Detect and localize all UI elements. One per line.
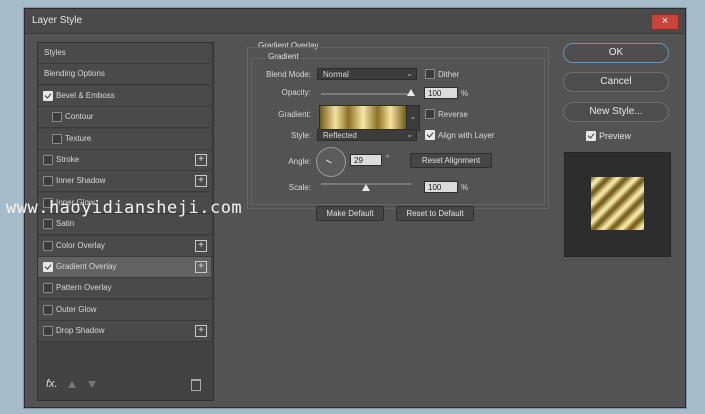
sidebar-checkbox[interactable] — [43, 283, 53, 294]
sidebar-checkbox[interactable] — [52, 112, 62, 123]
chevron-down-icon: ⌄ — [406, 130, 413, 139]
gradient-swatch[interactable] — [319, 105, 407, 131]
chevron-down-icon: ⌄ — [406, 69, 413, 78]
scale-label: Scale: — [288, 183, 311, 192]
add-effect-icon[interactable]: + — [195, 261, 207, 273]
gradient-label: Gradient: — [278, 110, 311, 119]
preview-label: Preview — [599, 131, 632, 141]
chevron-down-icon: ⌄ — [409, 112, 417, 121]
sidebar-item-pattern-overlay[interactable]: Pattern Overlay — [38, 278, 211, 300]
new-style-button[interactable]: New Style... — [563, 102, 669, 122]
ok-button[interactable]: OK — [563, 43, 669, 63]
sidebar-item-outer-glow[interactable]: Outer Glow — [38, 299, 211, 321]
close-icon: × — [661, 15, 669, 27]
sidebar-item-label: Drop Shadow — [56, 326, 105, 336]
preview-checkbox[interactable] — [586, 131, 596, 141]
sidebar-item-bevel-emboss[interactable]: Bevel & Emboss — [38, 85, 211, 107]
sidebar-checkbox[interactable] — [43, 326, 53, 337]
cancel-button[interactable]: Cancel — [563, 72, 669, 92]
gradient-picker-button[interactable]: ⌄ — [406, 105, 420, 131]
sidebar-item-styles[interactable]: Styles — [38, 43, 211, 64]
watermark-text: www.haoyidiansheji.com — [6, 198, 243, 218]
opacity-slider-thumb[interactable] — [407, 89, 415, 96]
reverse-checkbox[interactable] — [425, 109, 435, 119]
blend-mode-select[interactable]: Normal ⌄ — [317, 68, 417, 80]
sidebar-item-texture[interactable]: Texture — [38, 128, 211, 150]
sidebar-item-contour[interactable]: Contour — [38, 107, 211, 129]
opacity-label: Opacity: — [281, 88, 311, 97]
fx-icon: fx — [46, 378, 55, 390]
angle-dial[interactable] — [316, 147, 346, 177]
sidebar-item-gradient-overlay[interactable]: Gradient Overlay + — [38, 257, 211, 278]
sidebar-item-label: Inner Shadow — [56, 176, 106, 186]
opacity-unit: % — [461, 89, 469, 98]
angle-field[interactable]: 29 — [350, 154, 382, 166]
sidebar-checkbox[interactable] — [52, 133, 62, 144]
sidebar-item-label: Outer Glow — [56, 304, 97, 314]
styles-sidebar: fx. Styles Blending Options Bevel & Emboss… — [37, 42, 214, 401]
trash-icon[interactable] — [191, 379, 201, 391]
sidebar-checkbox[interactable] — [43, 262, 53, 272]
sidebar-item-label: Texture — [65, 133, 92, 143]
subsection-title: Gradient — [266, 52, 301, 61]
scale-field[interactable]: 100 — [424, 181, 458, 193]
sidebar-checkbox[interactable] — [43, 155, 53, 165]
move-down-icon[interactable] — [88, 381, 96, 388]
blend-mode-label: Blend Mode: — [266, 70, 311, 79]
sidebar-item-label: Contour — [65, 112, 94, 122]
sidebar-item-label: Stroke — [56, 155, 80, 164]
sidebar-checkbox[interactable] — [43, 240, 53, 251]
sidebar-item-label: Blending Options — [44, 69, 105, 79]
sidebar-item-label: Gradient Overlay — [56, 262, 117, 271]
sidebar-item-stroke[interactable]: Stroke + — [38, 150, 211, 171]
move-up-icon[interactable] — [68, 381, 76, 388]
add-effect-icon[interactable]: + — [195, 175, 207, 188]
add-effect-icon[interactable]: + — [195, 325, 207, 338]
reset-alignment-button[interactable]: Reset Alignment — [410, 153, 492, 168]
fx-menu-button[interactable]: fx. — [46, 378, 58, 390]
angle-unit: ° — [386, 154, 390, 163]
sidebar-item-label: Pattern Overlay — [56, 283, 112, 293]
sidebar-footer: fx. — [38, 370, 211, 400]
style-select[interactable]: Reflected ⌄ — [317, 129, 417, 141]
sidebar-item-color-overlay[interactable]: Color Overlay + — [38, 235, 211, 257]
align-with-layer-checkbox[interactable] — [425, 130, 435, 140]
sidebar-item-blending-options[interactable]: Blending Options — [38, 64, 211, 86]
align-with-layer-label: Align with Layer — [438, 131, 495, 140]
scale-unit: % — [461, 183, 469, 192]
sidebar-checkbox[interactable] — [43, 219, 53, 230]
style-value: Reflected — [323, 131, 357, 140]
preview-box — [564, 152, 671, 257]
sidebar-item-label: Satin — [56, 219, 75, 229]
sidebar-item-inner-shadow[interactable]: Inner Shadow + — [38, 171, 211, 193]
sidebar-item-label: Color Overlay — [56, 240, 105, 250]
dialog-title: Layer Style — [32, 15, 83, 26]
reset-to-default-button[interactable]: Reset to Default — [396, 206, 474, 221]
style-label: Style: — [290, 131, 311, 140]
dither-label: Dither — [438, 70, 460, 79]
sidebar-checkbox[interactable] — [43, 304, 53, 315]
angle-label: Angle: — [288, 157, 311, 166]
add-effect-icon[interactable]: + — [195, 154, 207, 166]
add-effect-icon[interactable]: + — [195, 239, 207, 252]
preview-thumbnail — [591, 177, 644, 230]
sidebar-item-label: Bevel & Emboss — [56, 90, 115, 100]
reverse-label: Reverse — [438, 110, 468, 119]
make-default-button[interactable]: Make Default — [316, 206, 384, 221]
opacity-slider-track[interactable] — [321, 93, 411, 95]
dither-checkbox[interactable] — [425, 69, 435, 79]
opacity-field[interactable]: 100 — [424, 87, 458, 99]
scale-slider-thumb[interactable] — [362, 184, 370, 191]
title-bar: Layer Style × — [25, 9, 685, 34]
sidebar-checkbox[interactable] — [43, 176, 53, 187]
blend-mode-value: Normal — [323, 70, 349, 79]
sidebar-item-drop-shadow[interactable]: Drop Shadow + — [38, 321, 211, 343]
sidebar-item-label: Styles — [44, 48, 66, 57]
sidebar-checkbox[interactable] — [43, 90, 53, 101]
fx-suffix: . — [54, 378, 58, 390]
close-button[interactable]: × — [651, 14, 679, 30]
